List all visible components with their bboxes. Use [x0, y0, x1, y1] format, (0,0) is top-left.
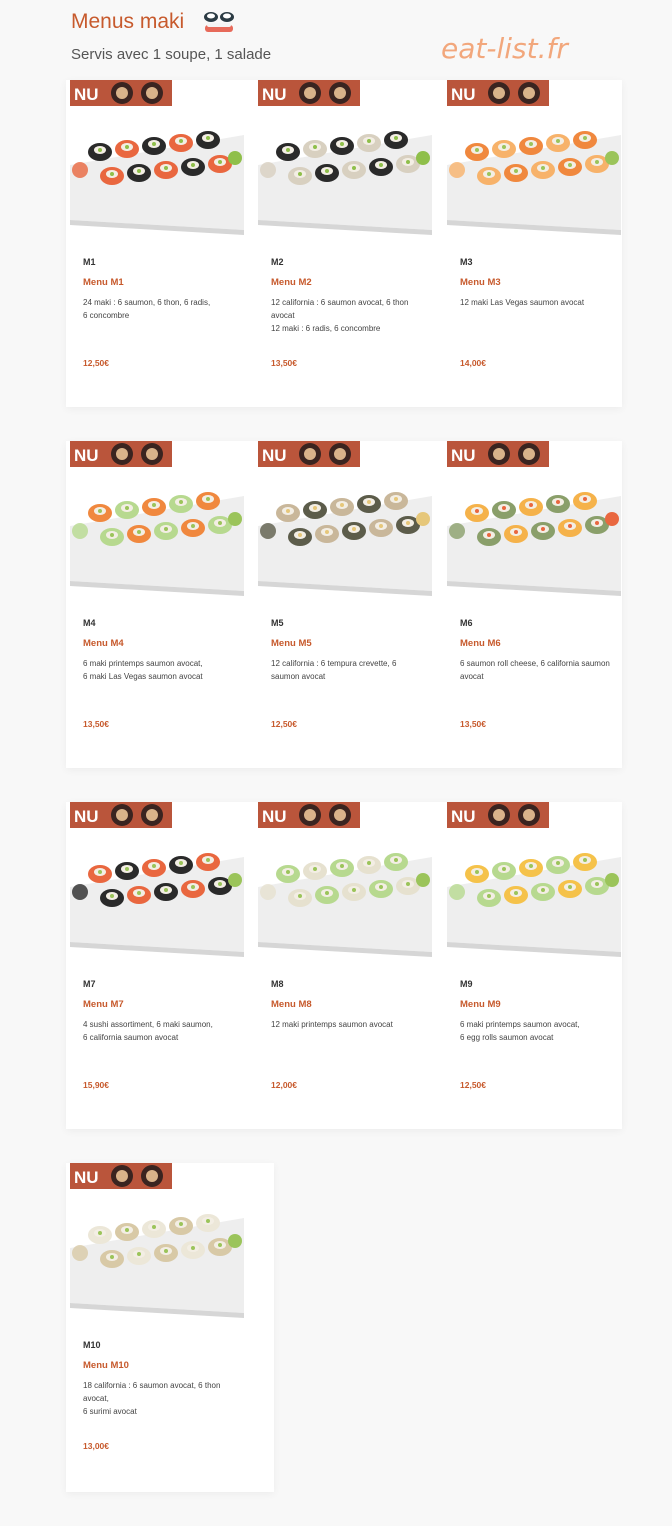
menu-card[interactable]: NU M4 Menu M4 6 maki printemps saumon av…	[70, 441, 244, 731]
menu-description: 6 saumon roll cheese, 6 california saumo…	[460, 659, 610, 681]
menu-code: M8	[271, 979, 284, 989]
menu-price: 15,90€	[83, 1080, 109, 1090]
menu-name[interactable]: Menu M10	[83, 1360, 129, 1371]
menu-name[interactable]: Menu M4	[83, 638, 124, 649]
menu-code: M2	[271, 257, 284, 267]
menu-code: M5	[271, 618, 284, 628]
menu-name[interactable]: Menu M6	[460, 638, 501, 649]
menu-photo[interactable]: NU	[258, 441, 432, 601]
svg-text:NU: NU	[74, 1168, 99, 1187]
menu-price: 12,50€	[460, 1080, 486, 1090]
menu-grid: NU M1 Menu M1 24 maki : 6 saumon, 6 thon…	[66, 80, 622, 1526]
menu-price: 12,50€	[271, 719, 297, 729]
menu-name[interactable]: Menu M3	[460, 277, 501, 288]
svg-text:NU: NU	[74, 85, 99, 104]
svg-text:NU: NU	[74, 446, 99, 465]
menu-photo[interactable]: NU	[70, 80, 244, 240]
menu-name[interactable]: Menu M9	[460, 999, 501, 1010]
menu-card[interactable]: NU M6 Menu M6 6 saumon roll cheese, 6 ca…	[447, 441, 621, 731]
svg-text:NU: NU	[74, 807, 99, 826]
menu-row: NU M4 Menu M4 6 maki printemps saumon av…	[66, 441, 622, 768]
svg-text:NU: NU	[451, 85, 476, 104]
menu-row: NU M1 Menu M1 24 maki : 6 saumon, 6 thon…	[66, 80, 622, 407]
menu-code: M6	[460, 618, 473, 628]
menu-row: NU M10 Menu M10 18 california : 6 saumon…	[66, 1163, 274, 1492]
menu-name[interactable]: Menu M7	[83, 999, 124, 1010]
menu-card[interactable]: NU M1 Menu M1 24 maki : 6 saumon, 6 thon…	[70, 80, 244, 370]
menu-description: 4 sushi assortiment, 6 maki saumon, 6 ca…	[83, 1020, 213, 1042]
menu-card[interactable]: NU M3 Menu M3 12 maki Las Vegas saumon a…	[447, 80, 621, 370]
menu-row: NU M7 Menu M7 4 sushi assortiment, 6 mak…	[66, 802, 622, 1129]
menu-price: 13,50€	[83, 719, 109, 729]
menu-description: 6 maki printemps saumon avocat, 6 maki L…	[83, 659, 203, 681]
sushi-icon	[204, 12, 235, 32]
page-subtitle: Servis avec 1 soupe, 1 salade	[71, 46, 272, 63]
menu-name[interactable]: Menu M2	[271, 277, 312, 288]
menu-photo[interactable]: NU	[70, 1163, 244, 1323]
menu-description: 12 maki printemps saumon avocat	[271, 1020, 393, 1029]
menu-card[interactable]: NU M7 Menu M7 4 sushi assortiment, 6 mak…	[70, 802, 244, 1092]
menu-photo[interactable]: NU	[258, 80, 432, 240]
menu-description: 12 maki Las Vegas saumon avocat	[460, 298, 585, 307]
menu-name[interactable]: Menu M8	[271, 999, 312, 1010]
menu-code: M4	[83, 618, 96, 628]
menu-description: 12 california : 6 tempura crevette, 6 sa…	[271, 659, 397, 681]
menu-card[interactable]: NU M2 Menu M2 12 california : 6 saumon a…	[258, 80, 432, 370]
menu-code: M9	[460, 979, 473, 989]
menu-photo[interactable]: NU	[447, 441, 621, 601]
watermark: eat-list.fr	[441, 32, 568, 65]
menu-price: 13,00€	[83, 1441, 109, 1451]
menu-price: 13,50€	[271, 358, 297, 368]
menu-price: 12,00€	[271, 1080, 297, 1090]
menu-description: 12 california : 6 saumon avocat, 6 thon …	[271, 298, 409, 333]
svg-text:NU: NU	[262, 85, 287, 104]
menu-photo[interactable]: NU	[258, 802, 432, 962]
menu-card[interactable]: NU M10 Menu M10 18 california : 6 saumon…	[70, 1163, 244, 1453]
menu-card[interactable]: NU M8 Menu M8 12 maki printemps saumon a…	[258, 802, 432, 1092]
menu-description: 24 maki : 6 saumon, 6 thon, 6 radis, 6 c…	[83, 298, 211, 320]
svg-text:NU: NU	[262, 807, 287, 826]
menu-price: 13,50€	[460, 719, 486, 729]
menu-name[interactable]: Menu M1	[83, 277, 124, 288]
menu-description: 6 maki printemps saumon avocat, 6 egg ro…	[460, 1020, 580, 1042]
page-header: Menus maki Servis avec 1 soupe, 1 salade	[71, 8, 271, 63]
menu-code: M3	[460, 257, 473, 267]
svg-text:NU: NU	[262, 446, 287, 465]
menu-photo[interactable]: NU	[447, 80, 621, 240]
menu-price: 14,00€	[460, 358, 486, 368]
menu-name[interactable]: Menu M5	[271, 638, 312, 649]
menu-price: 12,50€	[83, 358, 109, 368]
menu-photo[interactable]: NU	[70, 441, 244, 601]
menu-photo[interactable]: NU	[447, 802, 621, 962]
page-title: Menus maki	[71, 10, 185, 33]
svg-text:NU: NU	[451, 807, 476, 826]
menu-code: M10	[83, 1340, 101, 1350]
menu-card[interactable]: NU M9 Menu M9 6 maki printemps saumon av…	[447, 802, 621, 1092]
menu-card[interactable]: NU M5 Menu M5 12 california : 6 tempura …	[258, 441, 432, 731]
menu-description: 18 california : 6 saumon avocat, 6 thon …	[83, 1381, 221, 1416]
menu-photo[interactable]: NU	[70, 802, 244, 962]
menu-code: M1	[83, 257, 96, 267]
menu-code: M7	[83, 979, 96, 989]
svg-text:NU: NU	[451, 446, 476, 465]
